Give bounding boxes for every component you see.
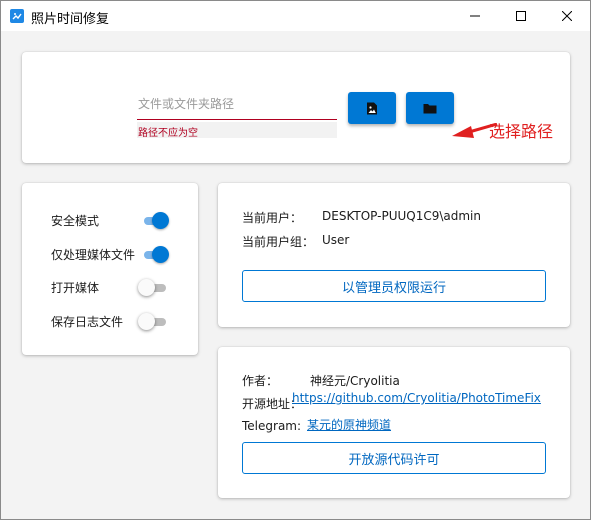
run-as-admin-button[interactable]: 以管理员权限运行 <box>242 270 546 302</box>
image-file-icon <box>367 102 377 114</box>
main-content: 路径不应为空 选择路径 安全模式 <box>1 31 590 519</box>
path-card: 路径不应为空 <box>22 52 570 163</box>
user-group-value: User <box>322 233 350 247</box>
minimize-icon <box>470 15 480 17</box>
maximize-icon <box>516 11 526 21</box>
annotation-label: 选择路径 <box>489 122 554 141</box>
path-error-text: 路径不应为空 <box>138 128 198 139</box>
current-user-label: 当前用户： <box>242 211 303 225</box>
current-user-value: DESKTOP-PUUQ1C9\admin <box>322 209 481 223</box>
open-source-license-button[interactable]: 开放源代码许可 <box>242 442 546 474</box>
app-window: 照片时间修复 路径不应为空 <box>0 0 591 520</box>
option-label: 仅处理媒体文件 <box>51 247 136 262</box>
open-media-toggle[interactable] <box>138 277 168 297</box>
option-row-save-log[interactable]: 保存日志文件 <box>51 311 123 331</box>
media-only-toggle[interactable] <box>140 244 170 264</box>
path-input[interactable] <box>137 88 337 120</box>
option-row-open-media[interactable]: 打开媒体 <box>51 277 99 297</box>
window-title: 照片时间修复 <box>31 12 110 27</box>
about-card: 作者： 神经元/Cryolitia 开源地址： https://github.c… <box>218 347 570 498</box>
safe-mode-toggle[interactable] <box>140 210 170 230</box>
select-file-button[interactable] <box>348 92 396 124</box>
option-row-media-only[interactable]: 仅处理媒体文件 <box>51 244 135 264</box>
telegram-link[interactable]: 某元的原神频道 <box>307 416 391 433</box>
close-button[interactable] <box>544 1 590 31</box>
author-label: 作者： <box>242 374 279 388</box>
save-log-toggle[interactable] <box>138 311 168 331</box>
option-label: 安全模式 <box>51 213 100 228</box>
option-row-safe-mode[interactable]: 安全模式 <box>51 210 99 230</box>
photo-fix-app-icon <box>10 9 24 23</box>
telegram-label: Telegram: <box>242 419 302 433</box>
minimize-button[interactable] <box>452 1 498 31</box>
title-bar[interactable]: 照片时间修复 <box>1 1 590 31</box>
user-group-label: 当前用户组： <box>242 235 315 249</box>
option-label: 打开媒体 <box>51 280 100 295</box>
option-label: 保存日志文件 <box>51 314 124 329</box>
folder-icon <box>423 103 437 113</box>
maximize-button[interactable] <box>498 1 544 31</box>
options-card: 安全模式 仅处理媒体文件 打开媒体 保存日志文件 <box>22 183 198 355</box>
user-info-card: 当前用户： DESKTOP-PUUQ1C9\admin 当前用户组： User … <box>218 183 570 327</box>
select-folder-button[interactable] <box>406 92 454 124</box>
close-icon <box>562 11 572 21</box>
repo-link[interactable]: https://github.com/Cryolitia/PhotoTimeFi… <box>292 391 541 405</box>
author-value: 神经元/Cryolitia <box>310 374 400 388</box>
